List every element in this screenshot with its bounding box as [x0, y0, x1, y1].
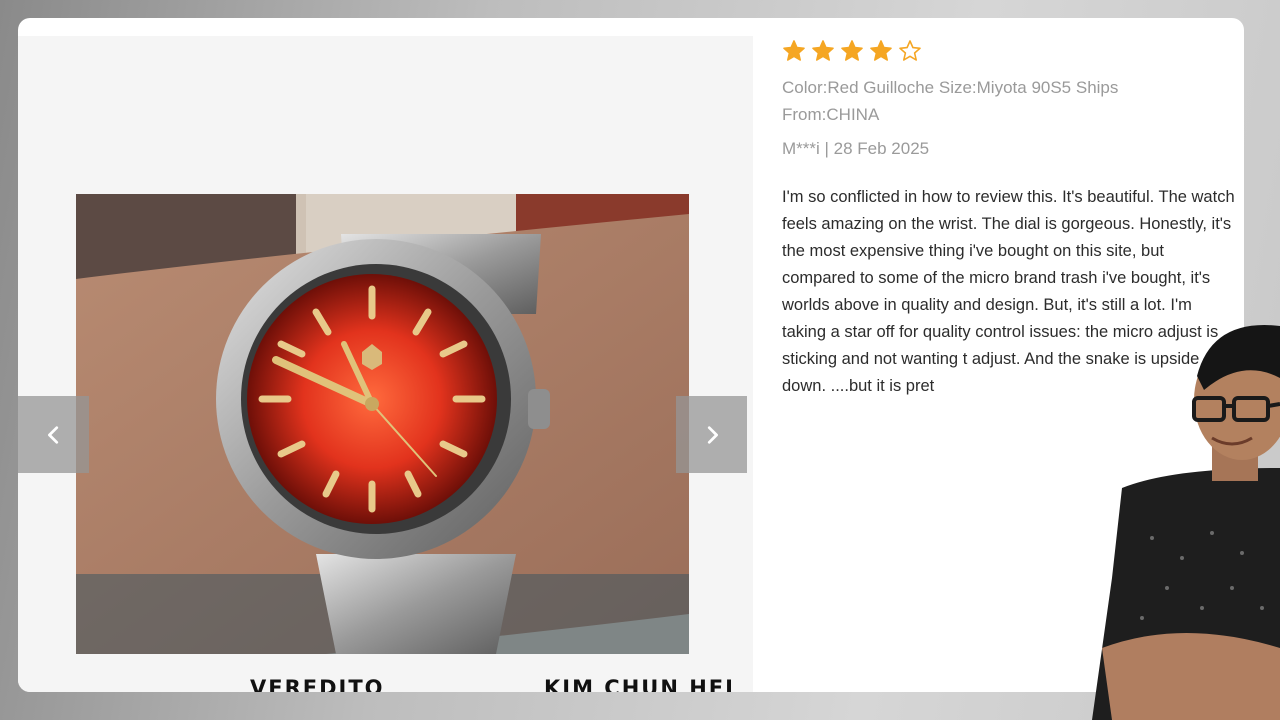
star-filled-icon [783, 40, 805, 61]
review-card: VEREDITO KIM CHUN HEI Color:Red Guilloch… [18, 18, 1244, 692]
caption-author-name: KIM CHUN HEI [544, 676, 735, 692]
star-filled-icon [812, 40, 834, 61]
product-variant: Color:Red Guilloche Size:Miyota 90S5 Shi… [782, 78, 1119, 124]
watch-on-wrist-image [76, 194, 689, 654]
chevron-left-icon [47, 425, 58, 444]
star-filled-icon [870, 40, 892, 61]
star-empty-icon [899, 40, 921, 61]
star-rating [782, 39, 922, 63]
reviewer-and-date: M***i | 28 Feb 2025 [782, 139, 930, 158]
presenter-photo [1092, 318, 1280, 720]
review-photo[interactable] [76, 194, 689, 654]
star-filled-icon [841, 40, 863, 61]
image-gallery: VEREDITO KIM CHUN HEI [18, 36, 753, 692]
person-cutout-image [1092, 325, 1280, 720]
chevron-right-icon [707, 425, 718, 444]
caption-veredito: VEREDITO [250, 676, 385, 692]
previous-image-button[interactable] [18, 396, 89, 473]
next-image-button[interactable] [676, 396, 747, 473]
